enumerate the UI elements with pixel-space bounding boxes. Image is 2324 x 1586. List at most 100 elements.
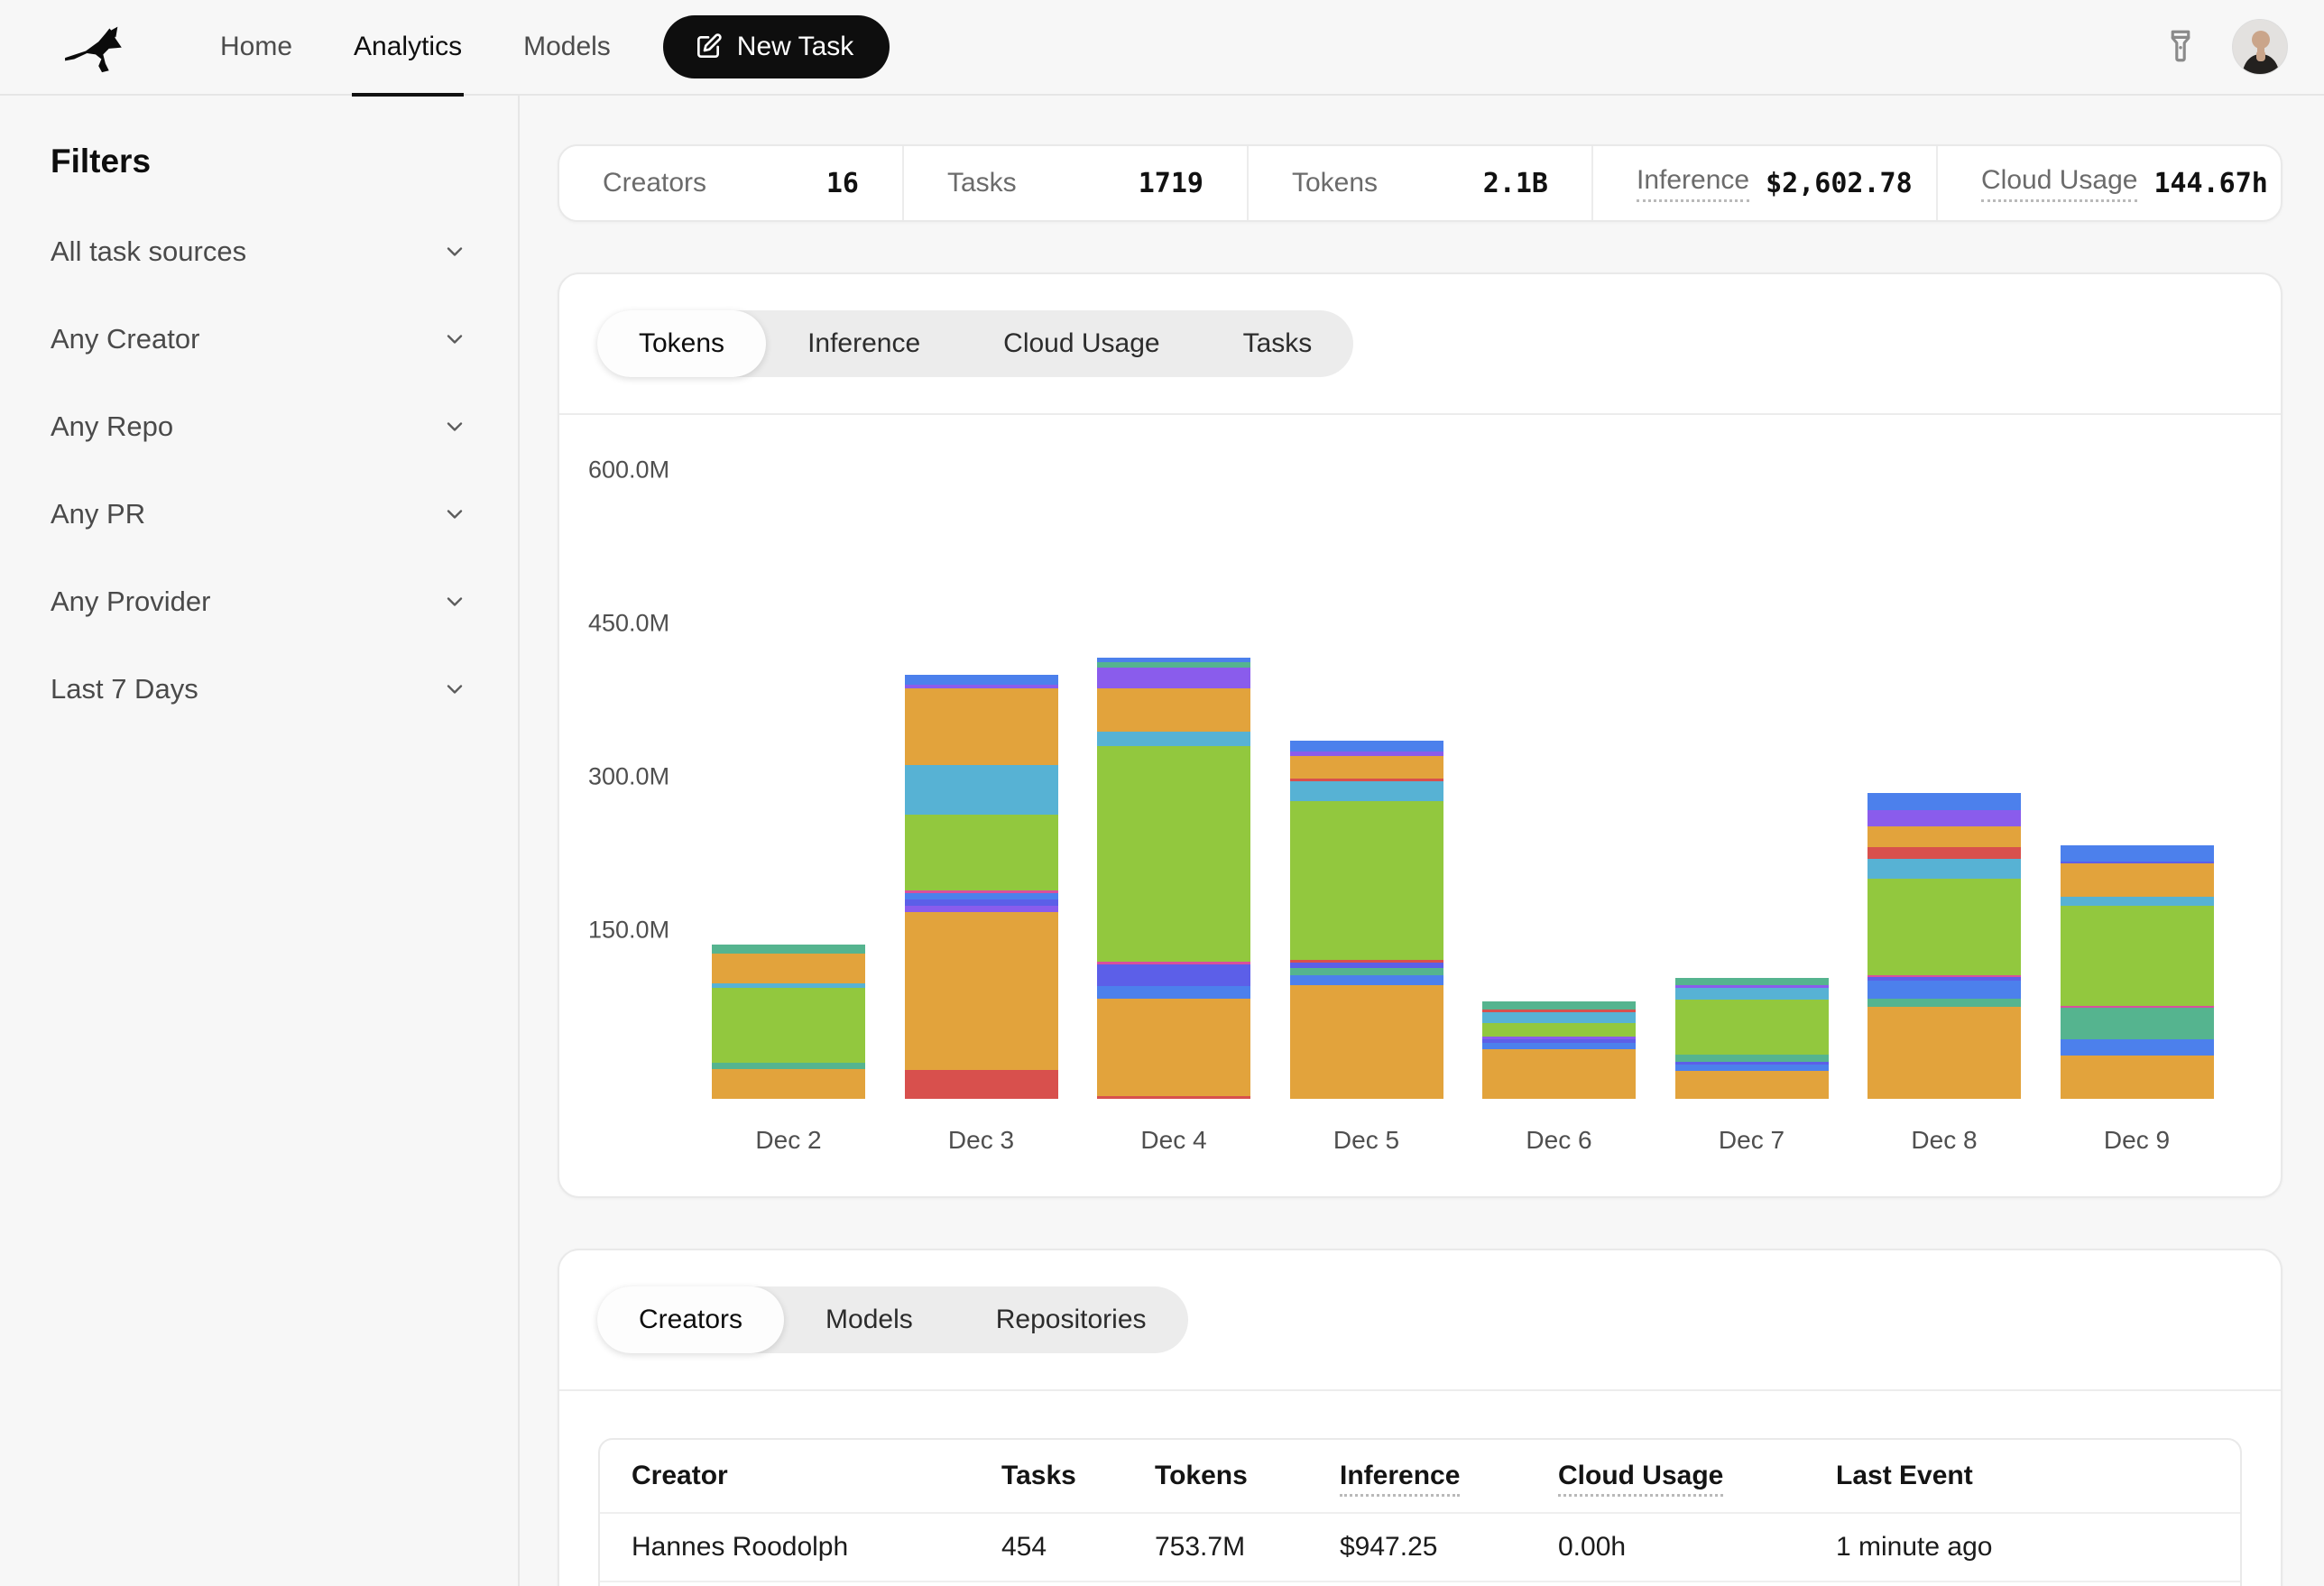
chart-card: TokensInferenceCloud UsageTasks 150.0M30…: [558, 272, 2282, 1198]
breakdown-tab-models[interactable]: Models: [784, 1286, 954, 1353]
filter-dropdown-4[interactable]: Any Provider: [51, 558, 467, 645]
column-header-inference[interactable]: Inference: [1340, 1461, 1558, 1491]
chart-tab-inference[interactable]: Inference: [766, 310, 962, 377]
creators-table: CreatorTasksTokensInferenceCloud UsageLa…: [598, 1438, 2242, 1586]
bar-dec-5[interactable]: [1290, 741, 1443, 1099]
x-axis-label: Dec 5: [1290, 1126, 1443, 1155]
stat-label: Creators: [603, 168, 706, 198]
primary-nav: HomeAnalyticsModels: [189, 0, 641, 95]
chart-tab-tokens[interactable]: Tokens: [597, 310, 766, 377]
filter-label: All task sources: [51, 235, 246, 268]
bar-segment-green: [905, 815, 1058, 890]
bar-segment-orange: [905, 688, 1058, 765]
filter-dropdown-2[interactable]: Any Repo: [51, 383, 467, 470]
chart-tabs: TokensInferenceCloud UsageTasks: [597, 310, 1353, 377]
breakdown-tabs: CreatorsModelsRepositories: [597, 1286, 1188, 1353]
bar-segment-orange: [712, 1069, 865, 1099]
bar-segment-orange: [1868, 826, 2021, 847]
stat-creators: Creators 16: [559, 146, 902, 220]
table-row[interactable]: Hannes Roodolph454753.7M$947.250.00h1 mi…: [600, 1512, 2240, 1581]
stats-summary-bar: Creators16Tasks1719Tokens2.1BInference$2…: [558, 144, 2282, 222]
analytics-page: HomeAnalyticsModels New Task: [0, 0, 2324, 1586]
bar-segment-orange: [1482, 1049, 1636, 1100]
bar-dec-7[interactable]: [1675, 978, 1829, 1099]
table-cell: 0.00h: [1558, 1532, 1836, 1563]
bar-dec-2[interactable]: [712, 945, 865, 1099]
bar-segment-green: [1482, 1023, 1636, 1037]
filter-list: All task sources Any Creator Any Repo Any P…: [51, 207, 467, 733]
x-axis-label: Dec 4: [1097, 1126, 1250, 1155]
bar-segment-sky: [1868, 859, 2021, 880]
new-task-button[interactable]: New Task: [663, 15, 890, 78]
bar-segment-orange: [1675, 1071, 1829, 1099]
bar-dec-6[interactable]: [1482, 1001, 1636, 1099]
filter-dropdown-5[interactable]: Last 7 Days: [51, 645, 467, 733]
filter-dropdown-0[interactable]: All task sources: [51, 207, 467, 295]
x-axis-label: Dec 7: [1675, 1126, 1829, 1155]
nav-link-models[interactable]: Models: [493, 0, 641, 95]
bar-segment-sky: [1675, 988, 1829, 1000]
x-axis-label: Dec 2: [712, 1126, 865, 1155]
stat-label[interactable]: Cloud Usage: [1981, 165, 2137, 202]
chart-tab-tasks[interactable]: Tasks: [1202, 310, 1354, 377]
column-header-label: Inference: [1340, 1461, 1460, 1497]
column-header-tasks: Tasks: [1001, 1461, 1155, 1491]
bar-segment-green: [1868, 879, 2021, 975]
chevron-down-icon: [442, 677, 467, 702]
breakdown-tab-creators[interactable]: Creators: [597, 1286, 784, 1353]
kangaroo-logo-icon[interactable]: [52, 17, 139, 77]
y-axis-tick: 450.0M: [588, 610, 696, 638]
bar-dec-9[interactable]: [2061, 845, 2214, 1099]
table-cell: 454: [1001, 1532, 1155, 1563]
chevron-down-icon: [442, 327, 467, 352]
bar-dec-4[interactable]: [1097, 658, 1250, 1100]
filter-label: Any Creator: [51, 323, 199, 355]
bar-segment-orange: [1097, 688, 1250, 733]
chart-tab-cloud-usage[interactable]: Cloud Usage: [962, 310, 1201, 377]
bar-segment-sky: [1482, 1012, 1636, 1024]
filter-label: Any PR: [51, 498, 145, 530]
bar-segment-orange: [712, 954, 865, 983]
bar-segment-sky: [1290, 781, 1443, 802]
bar-dec-3[interactable]: [905, 675, 1058, 1099]
breakdown-tabbar: CreatorsModelsRepositories: [559, 1250, 2281, 1389]
nav-link-home[interactable]: Home: [189, 0, 323, 95]
bar-segment-indigo: [905, 899, 1058, 906]
bar-segment-sky: [1097, 732, 1250, 746]
breakdown-tab-repositories[interactable]: Repositories: [954, 1286, 1188, 1353]
column-header-creator: Creator: [632, 1461, 1001, 1491]
bar-segment-teal: [2061, 1008, 2214, 1039]
user-avatar[interactable]: [2232, 19, 2288, 75]
chevron-down-icon: [442, 502, 467, 527]
stat-value: 144.67h: [2153, 168, 2267, 199]
stat-tasks: Tasks1719: [902, 146, 1247, 220]
chevron-down-icon: [442, 589, 467, 614]
bar-segment-green: [1290, 801, 1443, 960]
bar-dec-8[interactable]: [1868, 793, 2021, 1099]
bar-segment-orange: [1097, 999, 1250, 1096]
table-row[interactable]: Rooviewer440544.3M$376.2875.23h3 minutes…: [600, 1581, 2240, 1586]
nav-link-analytics[interactable]: Analytics: [323, 0, 493, 95]
bar-segment-indigo: [1097, 964, 1250, 987]
bar-segment-red: [1097, 1096, 1250, 1099]
bar-segment-green: [712, 988, 865, 1064]
bar-segment-blue: [1868, 981, 2021, 999]
table-cell: $947.25: [1340, 1532, 1558, 1563]
chevron-down-icon: [442, 239, 467, 264]
stat-inference: Inference$2,602.78: [1591, 146, 1936, 220]
stat-value: 16: [826, 168, 859, 199]
filter-dropdown-1[interactable]: Any Creator: [51, 295, 467, 383]
table-cell: 1 minute ago: [1836, 1532, 2240, 1563]
stat-label[interactable]: Inference: [1637, 165, 1749, 202]
bar-segment-teal: [1290, 968, 1443, 975]
filter-dropdown-3[interactable]: Any PR: [51, 470, 467, 558]
bar-segment-blue: [905, 893, 1058, 899]
torch-icon[interactable]: [2154, 20, 2207, 75]
creator-name: Hannes Roodolph: [632, 1532, 1001, 1563]
column-header-cloud-usage[interactable]: Cloud Usage: [1558, 1461, 1836, 1491]
bar-segment-blue: [1290, 741, 1443, 751]
main-panel: Creators16Tasks1719Tokens2.1BInference$2…: [520, 96, 2324, 1586]
bar-segment-red: [905, 1070, 1058, 1099]
bar-segment-teal: [712, 1063, 865, 1069]
bar-segment-orange: [2061, 863, 2214, 896]
